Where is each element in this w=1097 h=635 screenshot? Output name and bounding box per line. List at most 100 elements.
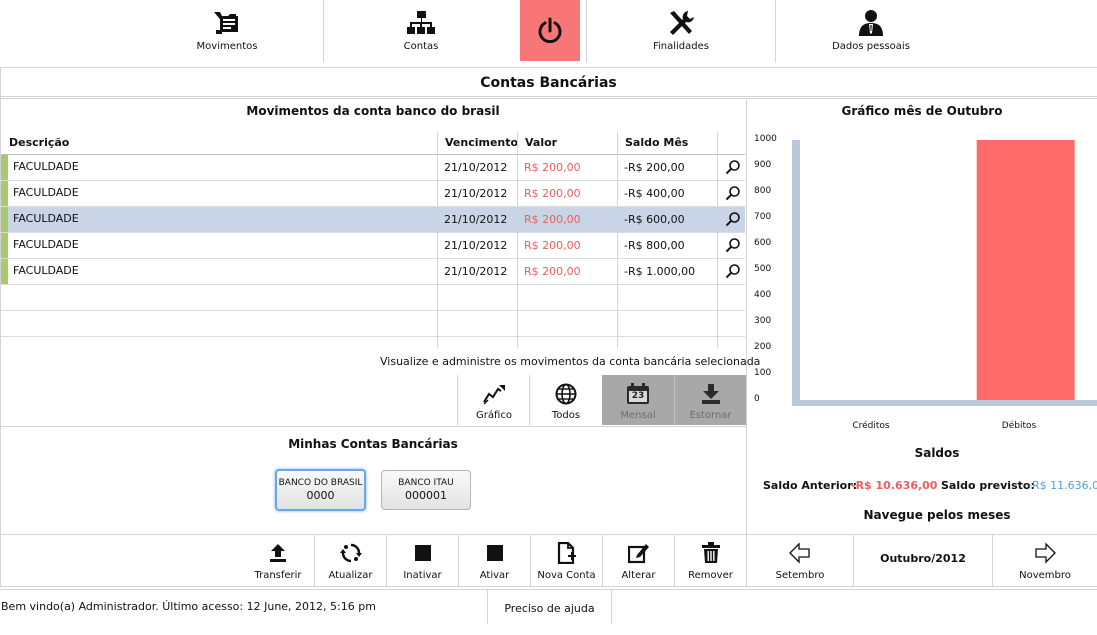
column-header[interactable]: Saldo Mês: [625, 136, 688, 149]
row-marker: [1, 259, 8, 284]
nav-label: Finalidades: [652, 41, 709, 52]
bank-name: BANCO ITAU: [398, 478, 454, 488]
table-row[interactable]: FACULDADE 21/10/2012 R$ 200,00 -R$ 400,0…: [1, 181, 745, 207]
ativar-button[interactable]: Ativar: [459, 537, 530, 585]
remover-button[interactable]: Remover: [675, 537, 746, 585]
magnifier-icon[interactable]: [725, 237, 741, 257]
edit-icon: [627, 540, 650, 566]
nav-dados-pessoais[interactable]: Dados pessoais: [776, 0, 966, 66]
column-header[interactable]: Vencimento: [445, 136, 518, 149]
nova-conta-button[interactable]: Nova Conta: [531, 537, 602, 585]
magnifier-icon[interactable]: [725, 159, 741, 179]
bar-Débitos[interactable]: [976, 140, 1075, 400]
column-header[interactable]: Descrição: [9, 136, 69, 149]
calendar-icon: 23: [626, 380, 650, 408]
table-row-empty: [1, 311, 745, 337]
column-header[interactable]: Valor: [525, 136, 557, 149]
action-label: Inativar: [403, 570, 442, 581]
chart-title: Gráfico mês de Outubro: [841, 104, 1003, 118]
nav-movimentos[interactable]: Movimentos: [130, 0, 324, 66]
cell-valor: R$ 200,00: [524, 161, 581, 174]
new-document-icon: [556, 540, 578, 566]
transferir-button[interactable]: Transferir: [242, 537, 314, 585]
movements-hint: Visualize e administre os movimentos da …: [380, 355, 761, 368]
accounts-title: Minhas Contas Bancárias: [288, 437, 458, 451]
magnifier-icon[interactable]: [725, 211, 741, 231]
action-label: Atualizar: [328, 570, 373, 581]
bank-account-button[interactable]: BANCO DO BRASIL 0000: [275, 469, 366, 511]
cell-saldo: -R$ 400,00: [624, 187, 685, 200]
row-marker: [1, 155, 8, 180]
arrow-left-icon: [789, 540, 811, 566]
atualizar-button[interactable]: Atualizar: [315, 537, 386, 585]
cell-vencimento: 21/10/2012: [444, 239, 508, 252]
saldo-anterior-value: -R$ 10.636,00: [851, 479, 938, 492]
tool-label: Mensal: [620, 410, 656, 421]
nav-finalidades[interactable]: Finalidades: [587, 0, 775, 66]
welcome-message: Bem vindo(a) Administrador. Último acess…: [1, 600, 376, 613]
cell-saldo: -R$ 1.000,00: [624, 265, 696, 278]
cell-vencimento: 21/10/2012: [444, 213, 508, 226]
action-label: Nova Conta: [537, 570, 596, 581]
movements-icon: [212, 8, 242, 38]
saldo-previsto-label: Saldo previsto:: [941, 479, 1035, 492]
accounts-tree-icon: [406, 8, 436, 38]
row-marker: [1, 207, 8, 232]
row-marker: [1, 233, 8, 258]
cell-vencimento: 21/10/2012: [444, 265, 508, 278]
cell-vencimento: 21/10/2012: [444, 161, 508, 174]
next-month-button[interactable]: Novembro: [993, 537, 1097, 585]
calendar-day: 23: [631, 391, 645, 401]
table-row[interactable]: FACULDADE 21/10/2012 R$ 200,00 -R$ 1.000…: [1, 259, 745, 285]
saldos-title: Saldos: [914, 446, 960, 460]
bank-number: 0000: [306, 489, 335, 502]
trash-icon: [701, 540, 721, 566]
table-row[interactable]: FACULDADE 21/10/2012 R$ 200,00 -R$ 200,0…: [1, 155, 745, 181]
square-stop-icon: [414, 540, 431, 566]
table-row[interactable]: FACULDADE 21/10/2012 R$ 200,00 -R$ 600,0…: [1, 207, 745, 233]
chart-canvas: [792, 140, 1097, 406]
todos-button[interactable]: Todos: [530, 375, 602, 425]
bank-number: 000001: [405, 489, 447, 502]
row-marker: [1, 181, 8, 206]
action-label: Ativar: [479, 570, 510, 581]
months-nav-title: Navegue pelos meses: [863, 508, 1011, 522]
movements-title: Movimentos da conta banco do brasil: [246, 104, 500, 118]
bank-account-button[interactable]: BANCO ITAU 000001: [381, 470, 471, 510]
inativar-button[interactable]: Inativar: [387, 537, 458, 585]
power-button[interactable]: [520, 0, 580, 61]
cell-saldo: -R$ 200,00: [624, 161, 685, 174]
next-month-label: Novembro: [1019, 570, 1071, 581]
previous-month-button[interactable]: Setembro: [747, 537, 853, 585]
mensal-button[interactable]: 23 Mensal: [602, 375, 674, 425]
alterar-button[interactable]: Alterar: [603, 537, 674, 585]
arrow-right-icon: [1034, 540, 1056, 566]
action-label: Remover: [688, 570, 733, 581]
table-row-empty: [1, 285, 745, 311]
estornar-button[interactable]: Estornar: [675, 375, 746, 425]
magnifier-icon[interactable]: [725, 185, 741, 205]
tool-label: Gráfico: [476, 410, 512, 421]
magnifier-icon[interactable]: [725, 263, 741, 283]
page-title: Contas Bancárias: [480, 75, 617, 91]
cell-valor: R$ 200,00: [524, 265, 581, 278]
saldo-previsto-value: -R$ 11.636,00: [1028, 479, 1097, 492]
help-link[interactable]: Preciso de ajuda: [488, 602, 611, 615]
globe-icon: [555, 380, 577, 408]
nav-label: Contas: [403, 41, 439, 52]
saldo-anterior-label: Saldo Anterior:: [763, 479, 858, 492]
cell-descricao: FACULDADE: [13, 186, 79, 199]
nav-contas[interactable]: Contas: [324, 0, 518, 66]
cell-saldo: -R$ 600,00: [624, 213, 685, 226]
cell-valor: R$ 200,00: [524, 239, 581, 252]
tool-label: Todos: [551, 410, 581, 421]
grafico-button[interactable]: Gráfico: [458, 375, 530, 425]
x-tick-label: Créditos: [852, 421, 890, 431]
tool-label: Estornar: [689, 410, 732, 421]
upload-icon: [268, 540, 288, 566]
action-label: Transferir: [254, 570, 302, 581]
x-axis: [792, 400, 1097, 406]
y-axis: [792, 140, 800, 406]
table-row[interactable]: FACULDADE 21/10/2012 R$ 200,00 -R$ 800,0…: [1, 233, 745, 259]
cell-descricao: FACULDADE: [13, 264, 79, 277]
